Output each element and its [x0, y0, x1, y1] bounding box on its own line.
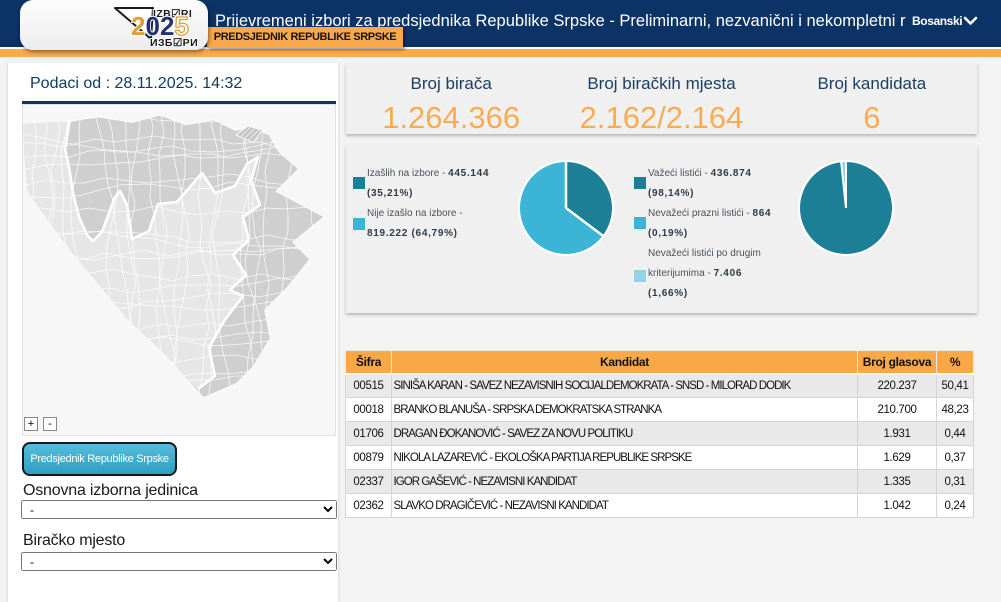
svg-text:ИЗБ☑РИ: ИЗБ☑РИ: [150, 37, 198, 49]
svg-text:2: 2: [131, 11, 145, 41]
